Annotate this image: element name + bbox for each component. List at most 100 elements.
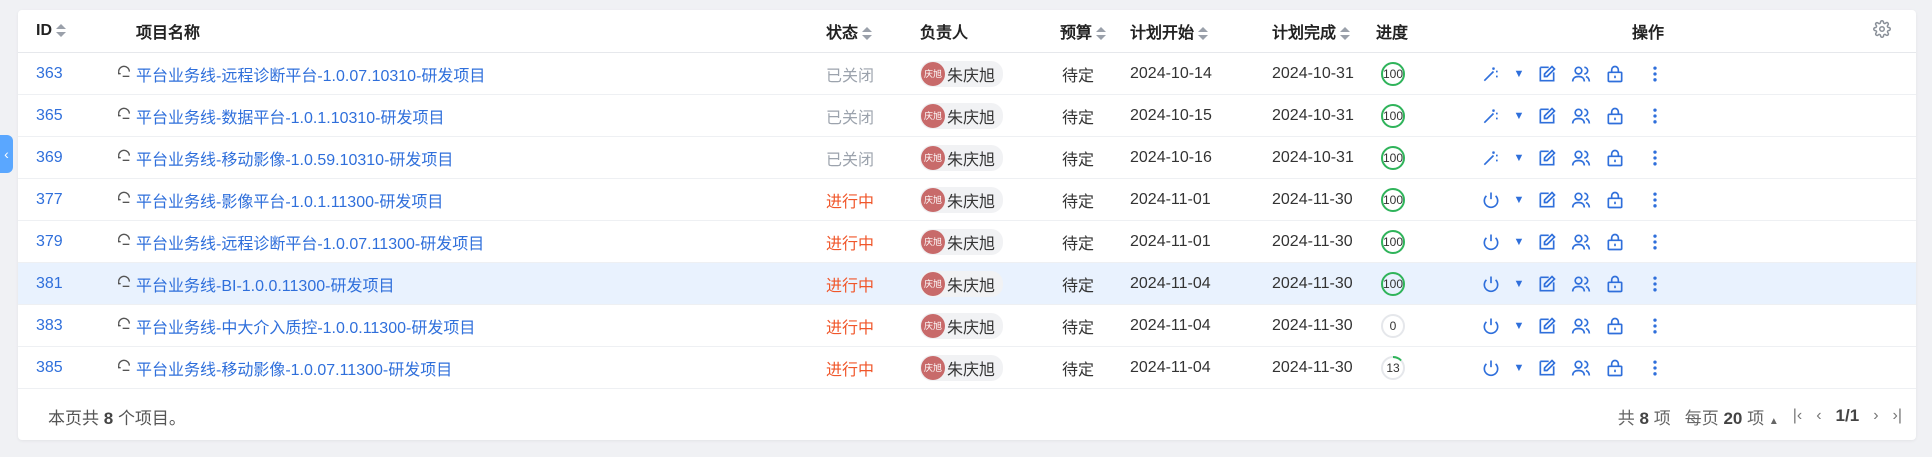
column-header-end[interactable]: 计划完成 bbox=[1248, 10, 1374, 53]
lock-icon[interactable] bbox=[1602, 313, 1628, 339]
row-name[interactable]: 平台业务线-影像平台-1.0.1.11300-研发项目 bbox=[116, 178, 826, 221]
next-page-button[interactable]: › bbox=[1873, 407, 1878, 425]
power-icon[interactable] bbox=[1478, 271, 1504, 297]
per-page-select[interactable]: 每页 20 项 ▲ bbox=[1685, 404, 1779, 429]
edit-icon[interactable] bbox=[1534, 271, 1560, 297]
caret-down-icon[interactable]: ▼ bbox=[1512, 355, 1526, 381]
row-name[interactable]: 平台业务线-中大介入质控-1.0.0.11300-研发项目 bbox=[116, 304, 826, 347]
team-icon[interactable] bbox=[1568, 187, 1594, 213]
lock-icon[interactable] bbox=[1602, 61, 1628, 87]
project-name-link[interactable]: 平台业务线-中大介入质控-1.0.0.11300-研发项目 bbox=[136, 314, 475, 338]
power-icon[interactable] bbox=[1478, 229, 1504, 255]
row-id[interactable]: 363 bbox=[18, 52, 116, 95]
row-name[interactable]: 平台业务线-数据平台-1.0.1.10310-研发项目 bbox=[116, 94, 826, 137]
edit-icon[interactable] bbox=[1534, 103, 1560, 129]
team-icon[interactable] bbox=[1568, 271, 1594, 297]
project-name-link[interactable]: 平台业务线-BI-1.0.0.11300-研发项目 bbox=[136, 272, 394, 296]
team-icon[interactable] bbox=[1568, 313, 1594, 339]
sort-icon[interactable] bbox=[56, 23, 66, 38]
column-settings[interactable] bbox=[1848, 10, 1916, 53]
power-icon[interactable] bbox=[1478, 187, 1504, 213]
more-vertical-icon[interactable] bbox=[1642, 355, 1668, 381]
table-row[interactable]: 383 平台业务线-中大介入质控-1.0.0.11300-研发项目 进行中 庆旭 朱庆旭… bbox=[18, 304, 1916, 347]
team-icon[interactable] bbox=[1568, 355, 1594, 381]
edit-icon[interactable] bbox=[1534, 187, 1560, 213]
magic-wand-icon[interactable] bbox=[1478, 61, 1504, 87]
column-header-status[interactable]: 状态 bbox=[826, 10, 920, 53]
prev-page-button[interactable]: ‹ bbox=[1816, 407, 1821, 425]
row-name[interactable]: 平台业务线-BI-1.0.0.11300-研发项目 bbox=[116, 262, 826, 305]
magic-wand-icon[interactable] bbox=[1478, 103, 1504, 129]
table-row[interactable]: 363 平台业务线-远程诊断平台-1.0.07.10310-研发项目 已关闭 庆旭 朱庆… bbox=[18, 52, 1916, 95]
column-header-budget[interactable]: 预算 bbox=[1046, 10, 1106, 53]
row-name[interactable]: 平台业务线-移动影像-1.0.59.10310-研发项目 bbox=[116, 136, 826, 179]
team-icon[interactable] bbox=[1568, 145, 1594, 171]
lock-icon[interactable] bbox=[1602, 145, 1628, 171]
row-id[interactable]: 377 bbox=[18, 178, 116, 221]
power-icon[interactable] bbox=[1478, 355, 1504, 381]
project-name-link[interactable]: 平台业务线-移动影像-1.0.59.10310-研发项目 bbox=[136, 146, 453, 170]
project-name-link[interactable]: 平台业务线-影像平台-1.0.1.11300-研发项目 bbox=[136, 188, 443, 212]
row-name[interactable]: 平台业务线-移动影像-1.0.07.11300-研发项目 bbox=[116, 346, 826, 389]
more-vertical-icon[interactable] bbox=[1642, 313, 1668, 339]
project-name-link[interactable]: 平台业务线-远程诊断平台-1.0.07.11300-研发项目 bbox=[136, 230, 484, 254]
lock-icon[interactable] bbox=[1602, 187, 1628, 213]
team-icon[interactable] bbox=[1568, 103, 1594, 129]
lock-icon[interactable] bbox=[1602, 229, 1628, 255]
sort-icon[interactable] bbox=[1340, 26, 1351, 41]
row-id[interactable]: 381 bbox=[18, 262, 116, 305]
edit-icon[interactable] bbox=[1534, 229, 1560, 255]
edit-icon[interactable] bbox=[1534, 145, 1560, 171]
sort-icon[interactable] bbox=[1096, 26, 1106, 41]
first-page-button[interactable]: |‹ bbox=[1793, 407, 1802, 425]
project-name-link[interactable]: 平台业务线-远程诊断平台-1.0.07.10310-研发项目 bbox=[136, 62, 485, 86]
caret-down-icon[interactable]: ▼ bbox=[1512, 61, 1526, 87]
row-end: 2024-11-30 bbox=[1248, 220, 1374, 263]
edit-icon[interactable] bbox=[1534, 61, 1560, 87]
column-header-id[interactable]: ID bbox=[18, 10, 116, 53]
row-name[interactable]: 平台业务线-远程诊断平台-1.0.07.11300-研发项目 bbox=[116, 220, 826, 263]
last-page-button[interactable]: ›| bbox=[1893, 407, 1902, 425]
row-id[interactable]: 365 bbox=[18, 94, 116, 137]
owner-chip: 庆旭 朱庆旭 bbox=[920, 312, 1004, 339]
caret-down-icon[interactable]: ▼ bbox=[1512, 187, 1526, 213]
row-id[interactable]: 385 bbox=[18, 346, 116, 389]
more-vertical-icon[interactable] bbox=[1642, 145, 1668, 171]
lock-icon[interactable] bbox=[1602, 103, 1628, 129]
sort-icon[interactable] bbox=[1198, 26, 1209, 41]
more-vertical-icon[interactable] bbox=[1642, 229, 1668, 255]
table-row[interactable]: 369 平台业务线-移动影像-1.0.59.10310-研发项目 已关闭 庆旭 朱庆旭 待… bbox=[18, 136, 1916, 179]
table-row[interactable]: 385 平台业务线-移动影像-1.0.07.11300-研发项目 进行中 庆旭 朱庆旭 待… bbox=[18, 346, 1916, 389]
team-icon[interactable] bbox=[1568, 61, 1594, 87]
table-row[interactable]: 365 平台业务线-数据平台-1.0.1.10310-研发项目 已关闭 庆旭 朱庆旭 待定… bbox=[18, 94, 1916, 137]
magic-wand-icon[interactable] bbox=[1478, 145, 1504, 171]
caret-down-icon[interactable]: ▼ bbox=[1512, 145, 1526, 171]
project-name-link[interactable]: 平台业务线-移动影像-1.0.07.11300-研发项目 bbox=[136, 356, 452, 380]
edit-icon[interactable] bbox=[1534, 313, 1560, 339]
project-name-link[interactable]: 平台业务线-数据平台-1.0.1.10310-研发项目 bbox=[136, 104, 445, 128]
table-row[interactable]: 379 平台业务线-远程诊断平台-1.0.07.11300-研发项目 进行中 庆旭 朱庆… bbox=[18, 220, 1916, 263]
table-row[interactable]: 381 平台业务线-BI-1.0.0.11300-研发项目 进行中 庆旭 朱庆旭 待定 20… bbox=[18, 262, 1916, 305]
row-id[interactable]: 383 bbox=[18, 304, 116, 347]
row-id[interactable]: 379 bbox=[18, 220, 116, 263]
column-header-begin[interactable]: 计划开始 bbox=[1106, 10, 1248, 53]
lock-icon[interactable] bbox=[1602, 271, 1628, 297]
caret-down-icon[interactable]: ▼ bbox=[1512, 103, 1526, 129]
caret-down-icon[interactable]: ▼ bbox=[1512, 229, 1526, 255]
more-vertical-icon[interactable] bbox=[1642, 187, 1668, 213]
row-id[interactable]: 369 bbox=[18, 136, 116, 179]
caret-down-icon[interactable]: ▼ bbox=[1512, 313, 1526, 339]
team-icon[interactable] bbox=[1568, 229, 1594, 255]
caret-down-icon[interactable]: ▼ bbox=[1512, 271, 1526, 297]
more-vertical-icon[interactable] bbox=[1642, 271, 1668, 297]
edit-icon[interactable] bbox=[1534, 355, 1560, 381]
lock-icon[interactable] bbox=[1602, 355, 1628, 381]
row-name[interactable]: 平台业务线-远程诊断平台-1.0.07.10310-研发项目 bbox=[116, 52, 826, 95]
table-row[interactable]: 377 平台业务线-影像平台-1.0.1.11300-研发项目 进行中 庆旭 朱庆旭 待定… bbox=[18, 178, 1916, 221]
gear-icon[interactable] bbox=[1873, 19, 1891, 38]
more-vertical-icon[interactable] bbox=[1642, 103, 1668, 129]
power-icon[interactable] bbox=[1478, 313, 1504, 339]
more-vertical-icon[interactable] bbox=[1642, 61, 1668, 87]
sidebar-collapse-toggle[interactable]: ‹ bbox=[0, 135, 13, 173]
sort-icon[interactable] bbox=[862, 26, 873, 41]
